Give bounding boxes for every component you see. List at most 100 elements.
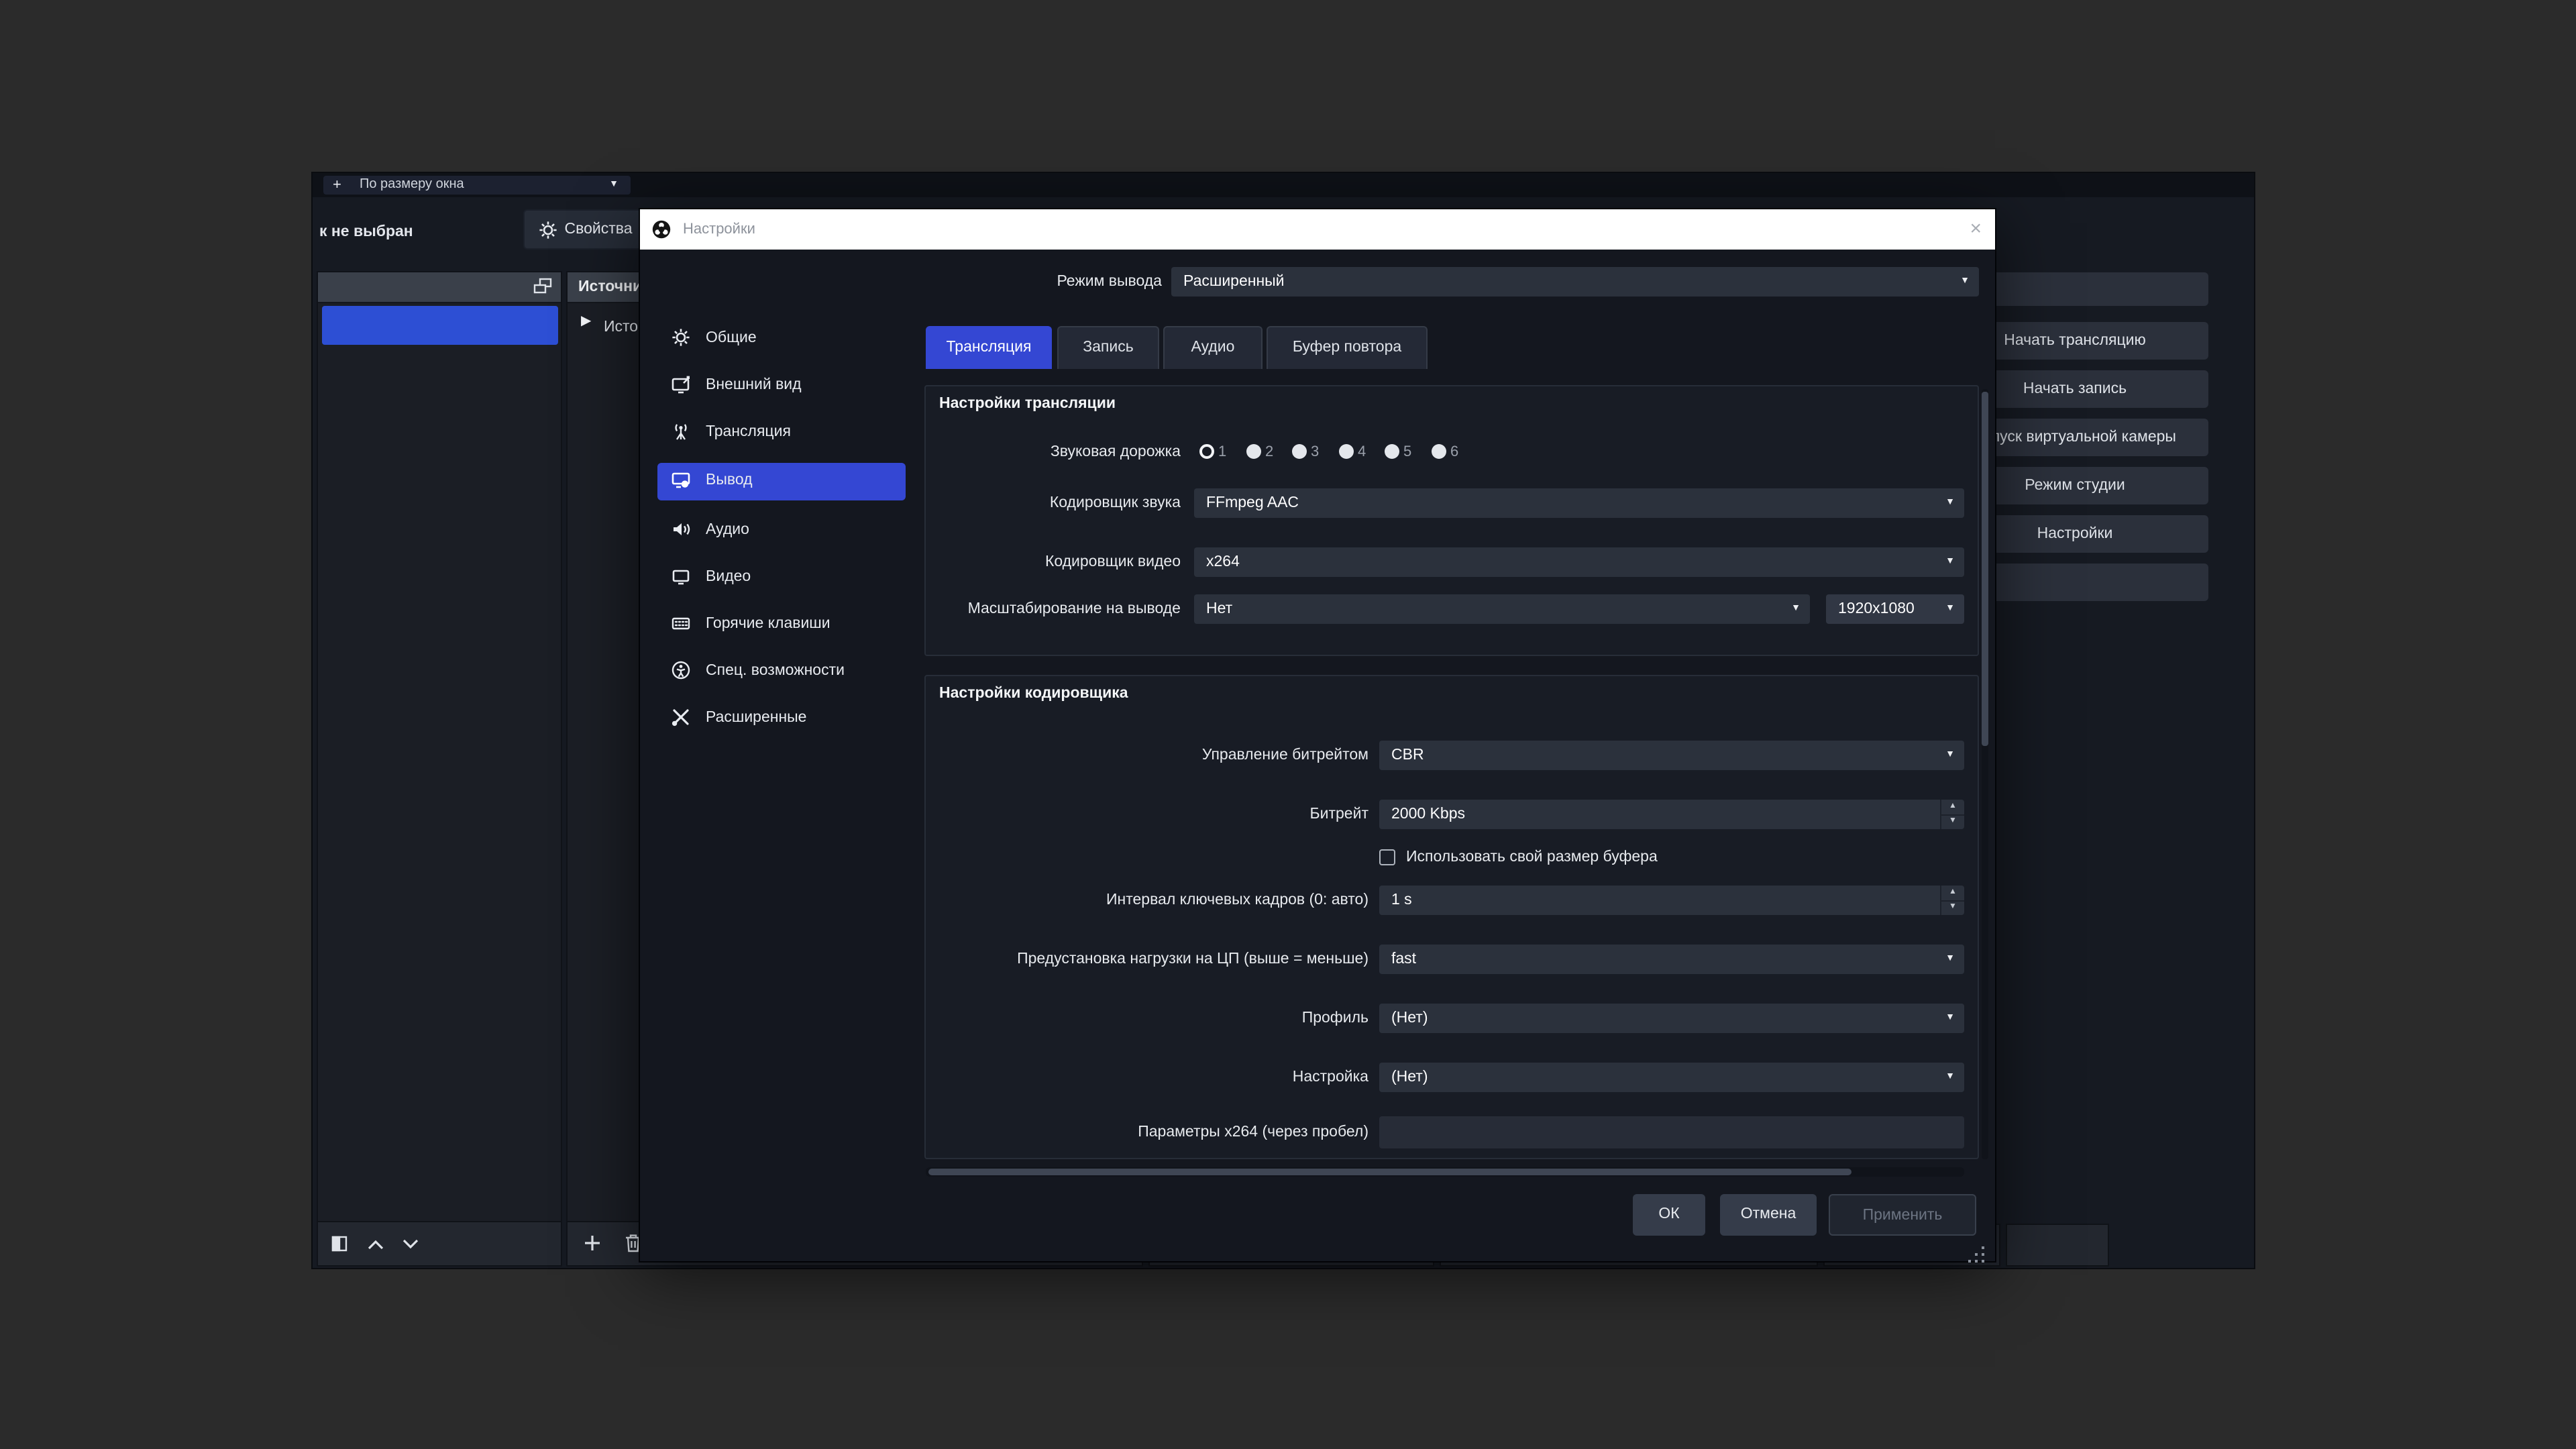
obs-logo-icon — [652, 220, 671, 239]
keyframe-interval-spinbox[interactable]: 1 s — [1379, 885, 1964, 915]
vertical-scrollbar-thumb[interactable] — [1982, 392, 1988, 746]
sidebar-item-stream[interactable]: Трансляция — [657, 417, 906, 447]
filter-icon[interactable] — [331, 1236, 347, 1252]
sidebar-item-advanced[interactable]: Расширенные — [657, 703, 906, 733]
tab-label: Аудио — [1191, 339, 1235, 356]
audio-track-radio-5[interactable] — [1385, 444, 1399, 459]
output-icon — [671, 470, 691, 490]
output-mode-dropdown[interactable]: Расширенный — [1171, 267, 1979, 297]
no-source-selected-label: к не выбран — [319, 224, 413, 240]
horizontal-scrollbar[interactable] — [926, 1167, 1964, 1177]
rescale-output-dropdown[interactable]: Нет — [1194, 594, 1810, 624]
tune-dropdown[interactable]: (Нет) — [1379, 1063, 1964, 1092]
dropdown-caret-icon — [1945, 488, 1955, 518]
spin-up-icon[interactable] — [1941, 800, 1964, 816]
preview-toolbar: + По размеру окна ▼ — [313, 173, 2254, 197]
audio-track-option-label: 3 — [1311, 437, 1319, 467]
audio-track-option-label: 5 — [1403, 437, 1411, 467]
video-encoder-label: Кодировщик видео — [881, 547, 1181, 577]
bitrate-spinbox[interactable]: 2000 Kbps — [1379, 800, 1964, 829]
scenes-panel-footer — [318, 1221, 561, 1265]
controls-dock-footer — [2006, 1224, 2109, 1267]
audio-icon — [671, 519, 691, 539]
profile-value: (Нет) — [1391, 1010, 1428, 1026]
bitrate-label: Битрейт — [928, 800, 1368, 829]
tab-streaming[interactable]: Трансляция — [926, 326, 1052, 369]
sidebar-item-output[interactable]: Вывод — [657, 466, 906, 495]
resize-grip[interactable] — [1982, 1246, 1984, 1249]
start-virtual-camera-label: Запуск виртуальной камеры — [1974, 429, 2176, 445]
cpu-preset-dropdown[interactable]: fast — [1379, 945, 1964, 974]
tune-value: (Нет) — [1391, 1069, 1428, 1085]
fit-to-window-dropdown[interactable]: + По размеру окна ▼ — [323, 176, 631, 195]
spin-up-icon[interactable] — [1941, 885, 1964, 902]
audio-encoder-label: Кодировщик звука — [881, 488, 1181, 518]
add-source-icon[interactable] — [584, 1234, 601, 1252]
close-icon[interactable] — [1970, 209, 1982, 250]
tab-audio[interactable]: Аудио — [1163, 326, 1263, 369]
dialog-titlebar[interactable]: Настройки — [640, 209, 1995, 250]
video-icon — [671, 566, 691, 586]
output-mode-label: Режим вывода — [894, 267, 1162, 297]
audio-track-option-label: 2 — [1265, 437, 1273, 467]
vertical-scrollbar[interactable] — [1982, 389, 1988, 1159]
x264-options-label: Параметры x264 (через пробел) — [928, 1118, 1368, 1147]
sidebar-item-label: Внешний вид — [706, 370, 802, 400]
ok-button[interactable]: ОК — [1633, 1194, 1705, 1236]
selected-scene-row[interactable] — [322, 306, 558, 345]
rescale-resolution-dropdown[interactable]: 1920x1080 — [1826, 594, 1964, 624]
spin-down-icon[interactable] — [1941, 900, 1964, 915]
video-encoder-dropdown[interactable]: x264 — [1194, 547, 1964, 577]
video-encoder-value: x264 — [1206, 554, 1240, 570]
desktop: + По размеру окна ▼ к не выбран Свойства — [0, 0, 2576, 1449]
custom-buffer-checkbox[interactable] — [1379, 849, 1395, 865]
tab-recording[interactable]: Запись — [1057, 326, 1159, 369]
sidebar-item-label: Видео — [706, 562, 751, 592]
settings-label: Настройки — [2037, 526, 2113, 542]
hotkeys-icon — [671, 613, 691, 633]
tab-label: Буфер повтора — [1293, 339, 1401, 356]
advanced-icon — [671, 707, 691, 727]
rate-control-dropdown[interactable]: CBR — [1379, 741, 1964, 770]
audio-track-radio-2[interactable] — [1246, 444, 1261, 459]
audio-encoder-dropdown[interactable]: FFmpeg AAC — [1194, 488, 1964, 518]
audio-track-radio-6[interactable] — [1432, 444, 1446, 459]
rescale-output-value: Нет — [1206, 601, 1232, 617]
apply-button[interactable]: Применить — [1829, 1194, 1976, 1236]
sidebar-item-appearance[interactable]: Внешний вид — [657, 370, 906, 400]
cancel-button[interactable]: Отмена — [1720, 1194, 1817, 1236]
sidebar-item-label: Расширенные — [706, 703, 807, 733]
properties-button[interactable]: Свойства — [523, 209, 655, 250]
move-up-icon[interactable] — [366, 1238, 385, 1250]
accessibility-icon — [671, 660, 691, 680]
horizontal-scrollbar-thumb[interactable] — [928, 1169, 1851, 1175]
dropdown-caret-icon — [1945, 945, 1955, 974]
custom-buffer-label: Использовать свой размер буфера — [1406, 843, 1658, 872]
sidebar-item-accessibility[interactable]: Спец. возможности — [657, 656, 906, 686]
x264-options-input[interactable] — [1379, 1116, 1964, 1148]
scenes-panel — [317, 271, 562, 1267]
sidebar-item-general[interactable]: Общие — [657, 323, 906, 353]
spin-buttons[interactable] — [1940, 800, 1964, 829]
tune-label: Настройка — [928, 1063, 1368, 1092]
tab-label: Трансляция — [947, 339, 1032, 356]
dropdown-caret-icon — [1945, 741, 1955, 770]
move-down-icon[interactable] — [401, 1238, 420, 1250]
tab-replay-buffer[interactable]: Буфер повтора — [1267, 326, 1428, 369]
spin-down-icon[interactable] — [1941, 814, 1964, 829]
audio-track-radio-4[interactable] — [1339, 444, 1354, 459]
audio-track-radio-1[interactable] — [1199, 444, 1214, 459]
profile-label: Профиль — [928, 1004, 1368, 1033]
layered-windows-icon — [533, 278, 553, 295]
sidebar-item-video[interactable]: Видео — [657, 562, 906, 592]
spin-buttons[interactable] — [1940, 885, 1964, 915]
appearance-icon — [671, 374, 691, 394]
audio-track-radio-3[interactable] — [1292, 444, 1307, 459]
profile-dropdown[interactable]: (Нет) — [1379, 1004, 1964, 1033]
cancel-button-label: Отмена — [1741, 1206, 1796, 1222]
sidebar-item-audio[interactable]: Аудио — [657, 515, 906, 545]
cpu-preset-value: fast — [1391, 951, 1416, 967]
audio-track-label: Звуковая дорожка — [881, 437, 1181, 467]
rescale-resolution-value: 1920x1080 — [1838, 601, 1915, 617]
tab-label: Запись — [1083, 339, 1133, 356]
